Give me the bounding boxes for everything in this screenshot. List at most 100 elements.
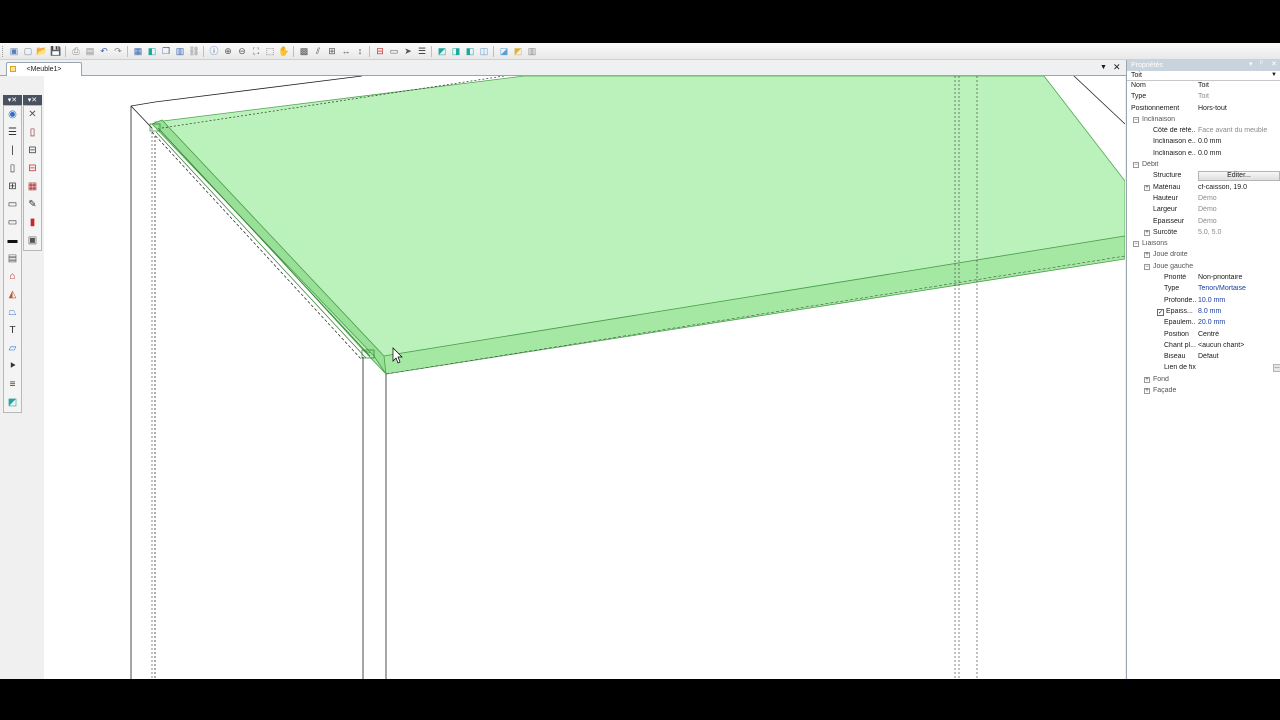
collapse-icon[interactable]: − xyxy=(1133,162,1139,169)
pan-hand-icon[interactable]: ✋ xyxy=(278,45,290,57)
property-row[interactable]: Largeur Démo xyxy=(1127,205,1280,216)
edit-structure-button[interactable]: Editer... xyxy=(1198,171,1280,182)
property-row[interactable]: + Matériau cf-caisson, 19.0 xyxy=(1127,183,1280,194)
open-folder-icon[interactable]: 📂 xyxy=(36,45,48,57)
property-value[interactable]: 20.0 mm xyxy=(1198,319,1280,326)
hanger-icon[interactable]: T xyxy=(4,322,21,340)
trapeze-icon[interactable]: ⏢ xyxy=(4,304,21,322)
print-preview-icon[interactable]: ▤ xyxy=(84,45,96,57)
property-checkbox[interactable]: ✓ xyxy=(1157,308,1164,316)
property-row[interactable]: − Inclinaison xyxy=(1127,115,1280,126)
save-icon[interactable]: 💾 xyxy=(50,45,62,57)
panel-menu-icon[interactable]: ▾ xyxy=(1249,60,1253,68)
render-icon[interactable]: ▥ xyxy=(526,45,538,57)
list-lines-icon[interactable]: ≡ xyxy=(4,376,21,394)
document-tab-meuble1[interactable]: <Meuble1> xyxy=(6,62,82,76)
property-value[interactable]: Toit xyxy=(1198,82,1280,89)
zoom-window-icon[interactable]: ⬚ xyxy=(264,45,276,57)
property-value[interactable]: Toit xyxy=(1198,93,1280,100)
expand-icon[interactable]: + xyxy=(1144,252,1150,259)
property-value[interactable]: Démo xyxy=(1198,206,1280,213)
shelf-icon[interactable]: ⊟ xyxy=(24,142,41,160)
property-row[interactable]: Profonde... 10.0 mm xyxy=(1127,296,1280,307)
property-value[interactable]: 8.0 mm xyxy=(1198,308,1280,315)
expand-icon[interactable]: + xyxy=(1144,388,1150,395)
profile-icon[interactable]: ◭ xyxy=(4,286,21,304)
zoom-extents-icon[interactable]: ⛶ xyxy=(250,45,262,57)
properties-icon[interactable]: ▦ xyxy=(132,45,144,57)
property-row[interactable]: Inclinaison e... 0.0 mm xyxy=(1127,149,1280,160)
property-value[interactable]: <aucun chant> xyxy=(1198,342,1280,349)
property-value[interactable]: Hors-tout xyxy=(1198,105,1280,112)
property-row[interactable]: + Façade xyxy=(1127,386,1280,397)
property-row[interactable]: Épaulem... 20.0 mm xyxy=(1127,318,1280,329)
palette-right-header[interactable]: ▾✕ xyxy=(23,95,42,105)
property-row[interactable]: Structure Editer... xyxy=(1127,171,1280,182)
collapse-icon[interactable]: − xyxy=(1133,241,1139,248)
view-top-icon[interactable]: ◪ xyxy=(498,45,510,57)
property-row[interactable]: Positionnement Hors-tout xyxy=(1127,104,1280,115)
property-value[interactable]: 10.0 mm xyxy=(1198,297,1280,304)
vertical-panel-icon[interactable]: | xyxy=(4,142,21,160)
palette-left-header[interactable]: ▾✕ xyxy=(3,95,22,105)
property-value[interactable]: 5.0, 5.0 xyxy=(1198,229,1280,236)
expand-icon[interactable]: + xyxy=(1144,376,1150,383)
split-icon[interactable]: ⯈ xyxy=(4,358,21,376)
property-row[interactable]: Position Centré xyxy=(1127,330,1280,341)
copy-icon[interactable]: ❐ xyxy=(160,45,172,57)
drawer-red-icon[interactable]: ⊟ xyxy=(24,160,41,178)
undo-icon[interactable]: ↶ xyxy=(98,45,110,57)
property-value[interactable]: Démo xyxy=(1198,195,1280,202)
view-front-icon[interactable]: ◧ xyxy=(464,45,476,57)
property-row[interactable]: Type Tenon/Mortaise xyxy=(1127,284,1280,295)
property-row[interactable]: Type Toit xyxy=(1127,92,1280,103)
zoom-in-icon[interactable]: ⊕ xyxy=(222,45,234,57)
snap-grid-icon[interactable]: ▩ xyxy=(298,45,310,57)
object-selector[interactable]: Toit ▼ xyxy=(1127,71,1280,81)
property-row[interactable]: Priorité Non-prioritaire xyxy=(1127,273,1280,284)
tab-list-dropdown-icon[interactable]: ▼ xyxy=(1100,64,1107,71)
layers-icon[interactable]: ▥ xyxy=(174,45,186,57)
hardware-icon[interactable]: ▮ xyxy=(24,214,41,232)
info-icon[interactable]: ⓘ xyxy=(208,45,220,57)
property-row[interactable]: Chant pl... <aucun chant> xyxy=(1127,341,1280,352)
new-file-icon[interactable]: ▢ xyxy=(22,45,34,57)
tools-icon[interactable]: ✕ xyxy=(24,106,41,124)
grid-icon[interactable]: ⊞ xyxy=(326,45,338,57)
collapse-icon[interactable]: − xyxy=(1144,263,1150,270)
list-icon[interactable]: ☰ xyxy=(416,45,428,57)
new-window-icon[interactable]: ▣ xyxy=(8,45,20,57)
shaded-icon[interactable]: ◩ xyxy=(436,45,448,57)
section-icon[interactable]: ⊟ xyxy=(374,45,386,57)
property-value[interactable]: Démo xyxy=(1198,218,1280,225)
wireframe-icon[interactable]: ◨ xyxy=(450,45,462,57)
arrow-icon[interactable]: ➤ xyxy=(402,45,414,57)
redo-icon[interactable]: ↷ xyxy=(112,45,124,57)
toolbar-grip[interactable] xyxy=(2,46,5,57)
property-row[interactable]: − Liaisons xyxy=(1127,239,1280,250)
property-value[interactable]: 0.0 mm xyxy=(1198,150,1280,157)
property-value[interactable]: 0.0 mm xyxy=(1198,138,1280,145)
collapse-icon[interactable]: − xyxy=(1133,116,1139,123)
plinth-icon[interactable]: ▬ xyxy=(4,232,21,250)
dimension-v-icon[interactable]: ↕ xyxy=(354,45,366,57)
property-row[interactable]: ✓ Épaiss... 8.0 mm xyxy=(1127,307,1280,318)
view-iso-icon[interactable]: ◩ xyxy=(512,45,524,57)
3d-viewport[interactable] xyxy=(44,76,1125,679)
slant-icon[interactable]: ▱ xyxy=(4,340,21,358)
zoom-out-icon[interactable]: ⊖ xyxy=(236,45,248,57)
frame-icon[interactable]: ⊞ xyxy=(4,178,21,196)
property-row[interactable]: − Débit xyxy=(1127,160,1280,171)
property-value[interactable]: Centré xyxy=(1198,331,1280,338)
property-row[interactable]: Épaisseur Démo xyxy=(1127,217,1280,228)
close-document-icon[interactable]: ✕ xyxy=(1113,62,1121,73)
property-row[interactable]: − Joue gauche xyxy=(1127,262,1280,273)
close-panel-icon[interactable]: ✕ xyxy=(1271,60,1277,68)
roof-icon[interactable]: ⌂ xyxy=(4,268,21,286)
dimension-h-icon[interactable]: ↔ xyxy=(340,45,352,57)
property-value[interactable]: cf-caisson, 19.0 xyxy=(1198,184,1280,191)
chevron-down-icon[interactable]: ▼ xyxy=(1271,72,1277,78)
property-value[interactable]: Non-prioritaire xyxy=(1198,274,1280,281)
align-icon[interactable]: ⫽ xyxy=(312,45,324,57)
property-row[interactable]: Inclinaison e... 0.0 mm xyxy=(1127,137,1280,148)
